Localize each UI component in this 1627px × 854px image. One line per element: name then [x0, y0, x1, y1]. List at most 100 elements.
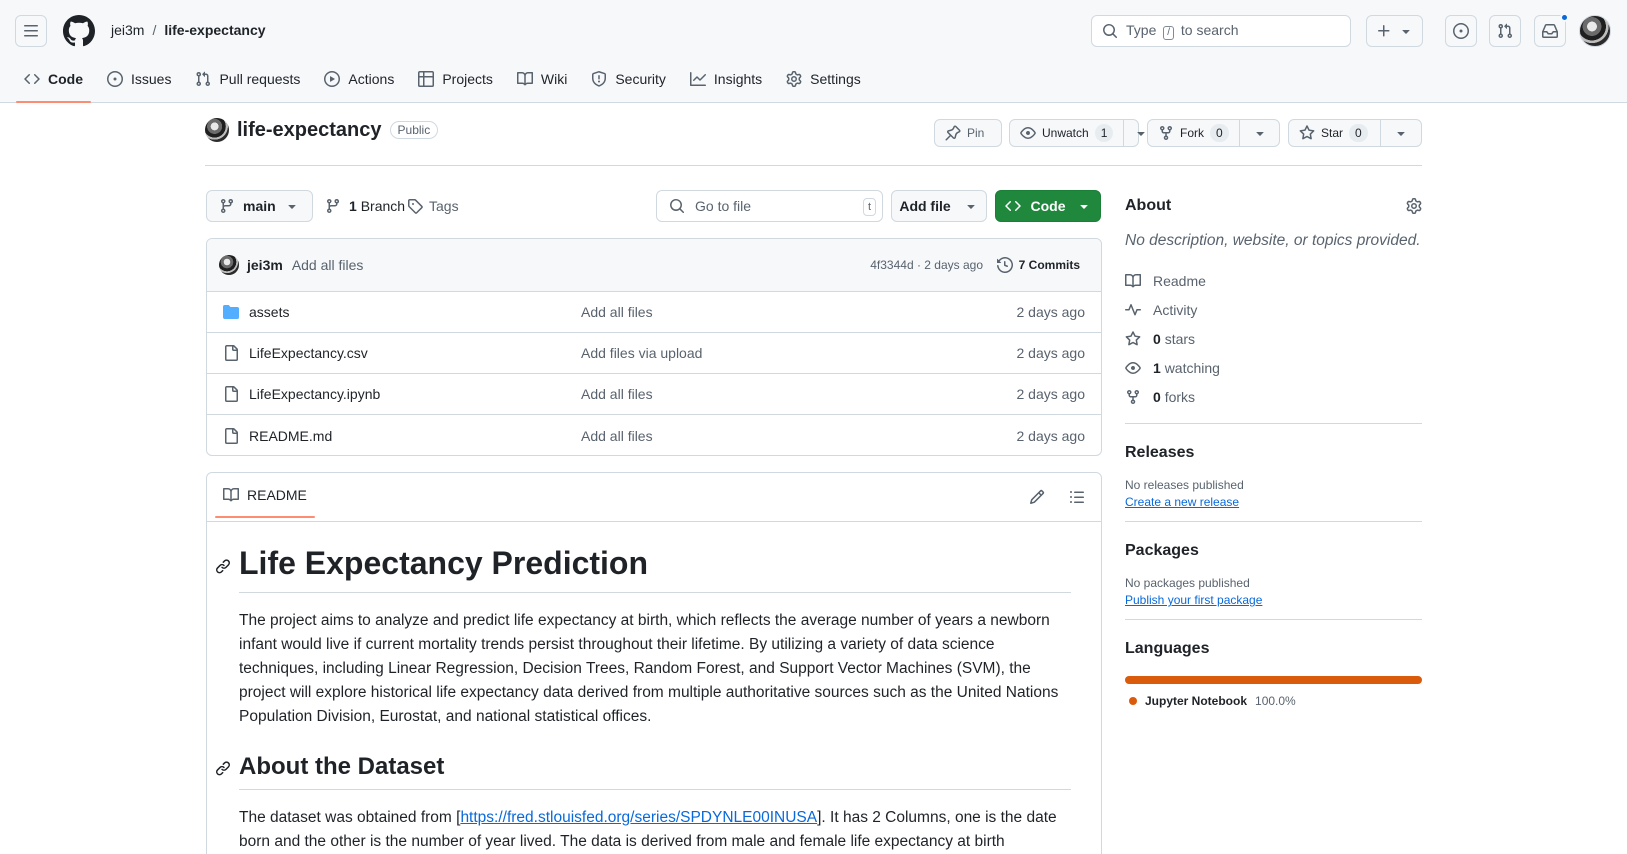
fork-button[interactable]: Fork 0	[1147, 119, 1280, 147]
file-commit-message[interactable]: Add files via upload	[581, 345, 702, 361]
user-avatar[interactable]	[1579, 15, 1611, 47]
star-dropdown[interactable]	[1380, 120, 1421, 146]
releases-title[interactable]: Releases	[1125, 444, 1422, 462]
file-name[interactable]: assets	[249, 304, 289, 320]
file-row[interactable]: assets Add all files 2 days ago	[207, 292, 1101, 333]
commit-meta[interactable]: 4f3344d · 2 days ago	[870, 258, 983, 272]
file-commit-message[interactable]: Add all files	[581, 386, 653, 402]
unwatch-button[interactable]: Unwatch 1	[1009, 119, 1146, 147]
issue-icon	[1453, 23, 1469, 39]
tags-link[interactable]: Tags	[407, 198, 459, 214]
create-new-button[interactable]	[1366, 15, 1423, 47]
go-to-file-input[interactable]: Go to file t	[656, 190, 883, 222]
packages-title[interactable]: Packages	[1125, 542, 1422, 560]
title-divider	[205, 165, 1422, 166]
language-bar	[1125, 676, 1422, 684]
table-icon	[418, 71, 435, 87]
fork-dropdown[interactable]	[1238, 120, 1280, 146]
menu-button[interactable]	[15, 15, 47, 47]
tags-label: Tags	[429, 198, 459, 214]
branch-count: 1	[349, 198, 357, 214]
issues-button[interactable]	[1445, 15, 1477, 47]
tab-pull-requests-label: Pull requests	[219, 71, 301, 87]
pin-button[interactable]: Pin	[934, 119, 1002, 147]
breadcrumb-owner[interactable]: jei3m	[111, 22, 144, 38]
commit-message[interactable]: Add all files	[292, 257, 364, 273]
watching-link[interactable]: 1 watching	[1125, 353, 1422, 382]
pull-requests-button[interactable]	[1489, 15, 1521, 47]
dataset-link[interactable]: https://fred.stlouisfed.org/series/SPDYN…	[460, 809, 817, 826]
activity-link[interactable]: Activity	[1125, 295, 1422, 324]
tab-settings[interactable]: Settings	[778, 64, 869, 94]
about-description: No description, website, or topics provi…	[1125, 232, 1421, 249]
triangle-down-icon	[1079, 205, 1088, 209]
language-name: Jupyter Notebook	[1145, 694, 1248, 708]
repo-name[interactable]: life-expectancy	[237, 119, 382, 142]
publish-package-link[interactable]: Publish your first package	[1125, 593, 1262, 607]
inbox-button[interactable]	[1534, 13, 1569, 47]
tab-security[interactable]: Security	[583, 64, 674, 94]
readme-link-label: Readme	[1153, 272, 1206, 289]
file-commit-message[interactable]: Add all files	[581, 428, 653, 444]
go-to-file-shortcut: t	[862, 198, 876, 216]
file-name[interactable]: LifeExpectancy.ipynb	[249, 386, 380, 402]
tab-insights[interactable]: Insights	[682, 64, 770, 94]
tab-pull-requests[interactable]: Pull requests	[187, 64, 308, 94]
tab-projects[interactable]: Projects	[410, 64, 501, 94]
readme-panel: README Life Expectancy Prediction The pr…	[206, 472, 1102, 854]
tag-icon	[408, 199, 423, 214]
packages-text: No packages published	[1125, 576, 1250, 590]
file-name[interactable]: LifeExpectancy.csv	[249, 345, 368, 361]
github-logo-icon[interactable]	[63, 15, 95, 47]
book-icon	[516, 71, 533, 86]
breadcrumb-repo[interactable]: life-expectancy	[164, 22, 265, 38]
tab-insights-label: Insights	[713, 71, 763, 87]
tab-wiki[interactable]: Wiki	[509, 64, 575, 94]
git-branch-icon	[220, 199, 233, 214]
readme-content: Life Expectancy Prediction The project a…	[215, 543, 1071, 854]
readme-tab-label: README	[247, 487, 307, 503]
tab-code[interactable]: Code	[16, 64, 91, 103]
stars-link[interactable]: 0 stars	[1125, 324, 1422, 353]
link-icon[interactable]	[215, 760, 231, 776]
star-button[interactable]: Star 0	[1288, 119, 1422, 147]
create-release-link[interactable]: Create a new release	[1125, 495, 1239, 509]
file-commit-message[interactable]: Add all files	[581, 304, 653, 320]
language-item[interactable]: Jupyter Notebook 100.0%	[1125, 694, 1422, 708]
sidebar-divider	[1125, 521, 1422, 522]
forks-link[interactable]: 0 forks	[1125, 382, 1422, 411]
triangle-down-icon	[288, 205, 296, 209]
file-row[interactable]: LifeExpectancy.ipynb Add all files 2 day…	[207, 374, 1101, 415]
file-row[interactable]: README.md Add all files 2 days ago	[207, 415, 1101, 455]
star-count: 0	[1349, 124, 1368, 142]
owner-avatar[interactable]	[205, 118, 229, 142]
branches-link[interactable]: 1 Branch	[325, 198, 405, 214]
file-name[interactable]: README.md	[249, 428, 332, 444]
search-icon	[670, 199, 685, 214]
tab-actions[interactable]: Actions	[316, 64, 402, 94]
file-row[interactable]: LifeExpectancy.csv Add files via upload …	[207, 333, 1101, 374]
commits-link[interactable]: 7 Commits	[996, 257, 1080, 273]
languages-title: Languages	[1125, 640, 1210, 657]
branch-selector[interactable]: main	[206, 190, 313, 222]
list-unordered-icon[interactable]	[1069, 489, 1085, 505]
commits-label: 7 Commits	[1018, 258, 1080, 272]
pencil-icon[interactable]	[1029, 489, 1045, 505]
commit-author[interactable]: jei3m	[247, 257, 283, 273]
commit-author-avatar[interactable]	[219, 255, 239, 275]
releases-text: No releases published	[1125, 478, 1244, 492]
tab-issues[interactable]: Issues	[99, 64, 179, 94]
search-input[interactable]: Type / to search	[1091, 15, 1351, 47]
gear-icon[interactable]	[1406, 198, 1422, 214]
code-button[interactable]: Code	[995, 190, 1101, 222]
language-color-dot	[1129, 697, 1137, 705]
tab-issues-label: Issues	[131, 71, 172, 87]
link-icon[interactable]	[215, 558, 231, 574]
eye-icon	[1020, 127, 1036, 139]
triangle-down-icon	[1401, 30, 1410, 34]
fork-icon	[1160, 126, 1172, 141]
readme-link[interactable]: Readme	[1125, 266, 1422, 295]
readme-tab[interactable]: README	[215, 487, 315, 518]
gear-icon	[786, 71, 802, 87]
add-file-button[interactable]: Add file	[891, 190, 987, 222]
